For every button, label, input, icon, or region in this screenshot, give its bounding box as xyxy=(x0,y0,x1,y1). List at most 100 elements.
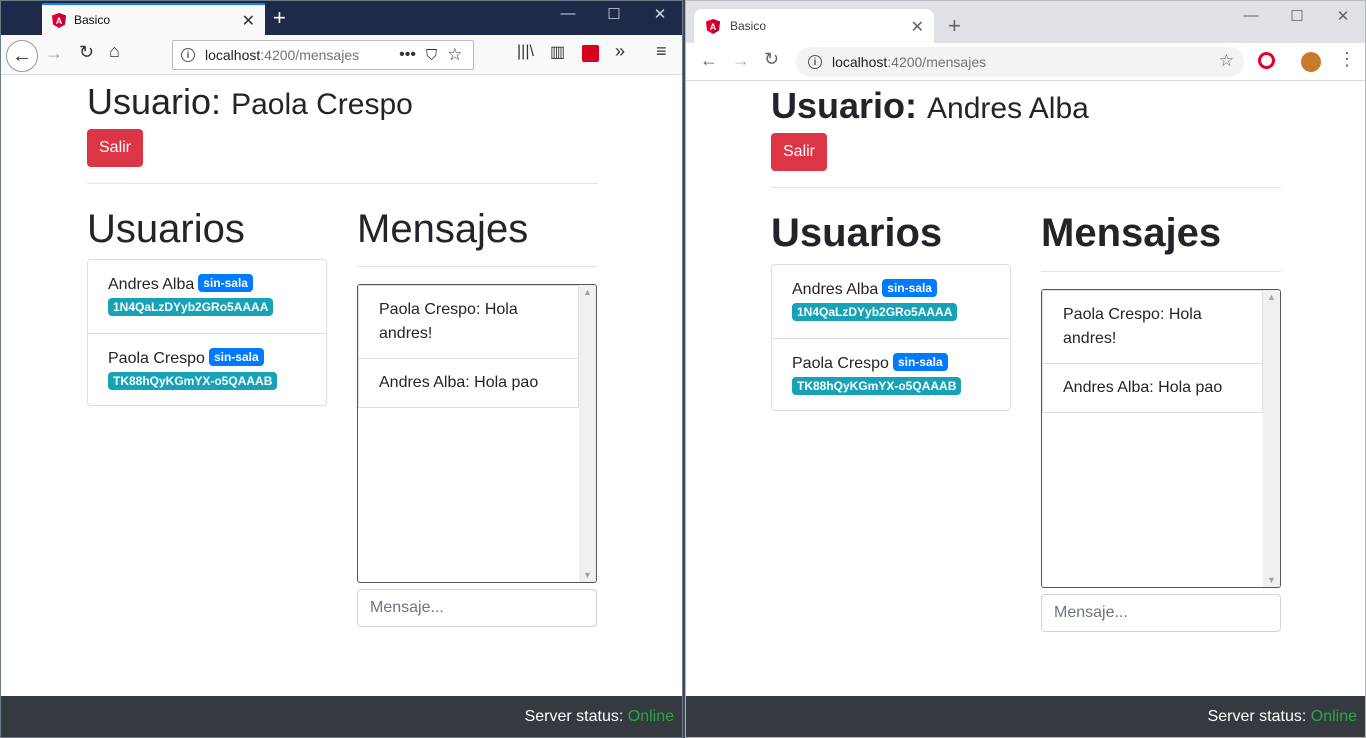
message-item: Andres Alba: Hola pao xyxy=(1042,364,1263,413)
divider xyxy=(87,183,598,184)
new-tab-icon[interactable]: + xyxy=(948,13,961,39)
user-name: Paola Crespo xyxy=(792,355,889,372)
page-content: Usuario: Andres Alba Salir xyxy=(771,85,1281,188)
page-title: Usuario: Paola Crespo xyxy=(87,81,599,123)
scroll-up-icon[interactable]: ▲ xyxy=(1267,292,1276,302)
message-item: Andres Alba: Hola pao xyxy=(358,359,579,408)
url-host: localhost xyxy=(205,47,261,63)
socket-id-badge: 1N4QaLzDYyb2GRo5AAAA xyxy=(108,298,274,316)
chrome-window: A Basico ✕ + — ☐ ✕ ← → ↻ i localhost:420… xyxy=(685,0,1366,738)
page-title: Usuario: Andres Alba xyxy=(771,85,1281,127)
message-input[interactable] xyxy=(1041,594,1281,632)
user-label: Usuario: xyxy=(87,81,222,122)
tab-title: Basico xyxy=(730,19,767,33)
back-icon[interactable]: ← xyxy=(700,50,718,71)
messages-heading: Mensajes xyxy=(1041,211,1222,255)
list-item[interactable]: Andres Alba sin-sala 1N4QaLzDYyb2GRo5AAAA xyxy=(88,260,326,333)
users-heading: Usuarios xyxy=(771,211,943,255)
room-badge: sin-sala xyxy=(208,348,264,366)
messages-heading: Mensajes xyxy=(357,207,529,251)
browser-tab[interactable]: A Basico ✕ xyxy=(42,3,265,35)
list-item[interactable]: Paola Crespo sin-sala TK88hQyKGmYX-o5QAAA… xyxy=(772,338,1010,410)
message-list[interactable]: Paola Crespo: Hola andres! Andres Alba: … xyxy=(1041,289,1281,588)
new-tab-icon[interactable]: + xyxy=(273,5,286,31)
nav-bar: ← → ↻ ⌂ i localhost:4200/mensajes ••• ⛉ … xyxy=(1,35,682,75)
maximize-icon[interactable]: ☐ xyxy=(1274,7,1320,25)
scroll-down-icon[interactable]: ▼ xyxy=(583,570,592,580)
server-status-footer: Server status: Online xyxy=(686,696,1365,737)
reload-icon[interactable]: ↻ xyxy=(79,42,94,63)
profile-avatar[interactable] xyxy=(1301,52,1321,72)
socket-id-badge: 1N4QaLzDYyb2GRo5AAAA xyxy=(792,303,958,321)
info-icon[interactable]: i xyxy=(808,55,822,69)
close-window-icon[interactable]: ✕ xyxy=(1320,7,1365,25)
svg-text:A: A xyxy=(710,22,717,32)
message-input[interactable] xyxy=(357,589,597,627)
user-name: Andres Alba xyxy=(108,276,195,293)
library-icon[interactable]: |||\ xyxy=(517,43,534,61)
list-item[interactable]: Paola Crespo sin-sala TK88hQyKGmYX-o5QAAA… xyxy=(88,333,326,405)
close-tab-icon[interactable]: ✕ xyxy=(242,11,255,31)
address-bar[interactable]: i localhost:4200/mensajes ••• ⛉ ☆ xyxy=(172,40,474,70)
scrollbar[interactable]: ▲ ▼ xyxy=(1263,290,1280,587)
url-path: :4200/mensajes xyxy=(887,54,987,70)
close-window-icon[interactable]: ✕ xyxy=(637,5,682,23)
maximize-icon[interactable]: ☐ xyxy=(591,5,637,23)
menu-icon[interactable]: ⋮ xyxy=(1338,49,1356,70)
user-name: Andres Alba xyxy=(792,281,879,298)
extension-icon[interactable] xyxy=(582,45,599,62)
divider xyxy=(357,266,597,267)
server-status-label: Server status: xyxy=(524,708,624,725)
users-heading: Usuarios xyxy=(87,207,245,251)
list-item[interactable]: Andres Alba sin-sala 1N4QaLzDYyb2GRo5AAAA xyxy=(772,265,1010,338)
room-badge: sin-sala xyxy=(198,274,253,292)
room-badge: sin-sala xyxy=(882,279,937,297)
user-name: Paola Crespo xyxy=(108,350,205,367)
scrollbar[interactable]: ▲ ▼ xyxy=(579,285,596,582)
pocket-icon[interactable]: ⛉ xyxy=(426,47,437,64)
back-icon[interactable]: ← xyxy=(6,40,38,72)
forward-icon[interactable]: → xyxy=(732,50,750,71)
address-bar[interactable]: i localhost:4200/mensajes ☆ xyxy=(796,47,1244,77)
logout-button[interactable]: Salir xyxy=(771,133,828,171)
svg-text:A: A xyxy=(56,16,63,26)
socket-id-badge: TK88hQyKGmYX-o5QAAAB xyxy=(108,372,278,390)
user-name: Andres Alba xyxy=(927,92,1089,125)
user-list: Andres Alba sin-sala 1N4QaLzDYyb2GRo5AAAA… xyxy=(771,264,1011,411)
info-icon[interactable]: i xyxy=(181,48,195,62)
user-label: Usuario: xyxy=(771,85,918,126)
browser-tab[interactable]: A Basico ✕ xyxy=(694,9,934,43)
url-host: localhost xyxy=(832,54,888,70)
message-list[interactable]: Paola Crespo: Hola andres! Andres Alba: … xyxy=(357,284,597,583)
forward-icon[interactable]: → xyxy=(45,43,63,64)
home-icon[interactable]: ⌂ xyxy=(109,41,120,62)
message-item: Paola Crespo: Hola andres! xyxy=(358,285,579,359)
minimize-icon[interactable]: — xyxy=(1228,7,1274,24)
menu-icon[interactable]: ≡ xyxy=(656,41,667,62)
server-status-value: Online xyxy=(627,708,674,725)
user-list: Andres Alba sin-sala 1N4QaLzDYyb2GRo5AAAA… xyxy=(87,259,327,406)
tab-bar: A Basico ✕ + — ☐ ✕ xyxy=(686,1,1365,43)
tab-title: Basico xyxy=(74,13,111,27)
reload-icon[interactable]: ↻ xyxy=(764,49,779,70)
server-status-footer: Server status: Online xyxy=(1,696,682,737)
opera-extension-icon[interactable] xyxy=(1258,52,1275,69)
angular-logo-icon: A xyxy=(706,18,720,34)
server-status-label: Server status: xyxy=(1207,708,1307,725)
bookmark-star-icon[interactable]: ☆ xyxy=(447,45,462,65)
firefox-window: A Basico ✕ + — ☐ ✕ ← → ↻ ⌂ i localhost:4… xyxy=(0,0,683,738)
minimize-icon[interactable]: — xyxy=(545,5,591,22)
logout-button[interactable]: Salir xyxy=(87,129,144,167)
bookmark-star-icon[interactable]: ☆ xyxy=(1219,51,1234,71)
server-status-value: Online xyxy=(1310,708,1357,725)
page-actions-icon[interactable]: ••• xyxy=(399,46,416,64)
overflow-icon[interactable]: » xyxy=(615,41,625,62)
close-tab-icon[interactable]: ✕ xyxy=(911,17,924,37)
scroll-down-icon[interactable]: ▼ xyxy=(1267,575,1276,585)
socket-id-badge: TK88hQyKGmYX-o5QAAAB xyxy=(792,377,962,395)
divider xyxy=(771,187,1281,188)
sidebar-icon[interactable]: ▥ xyxy=(550,42,565,62)
tab-bar: A Basico ✕ + — ☐ ✕ xyxy=(1,1,682,35)
scroll-up-icon[interactable]: ▲ xyxy=(583,287,592,297)
user-name: Paola Crespo xyxy=(231,88,413,121)
